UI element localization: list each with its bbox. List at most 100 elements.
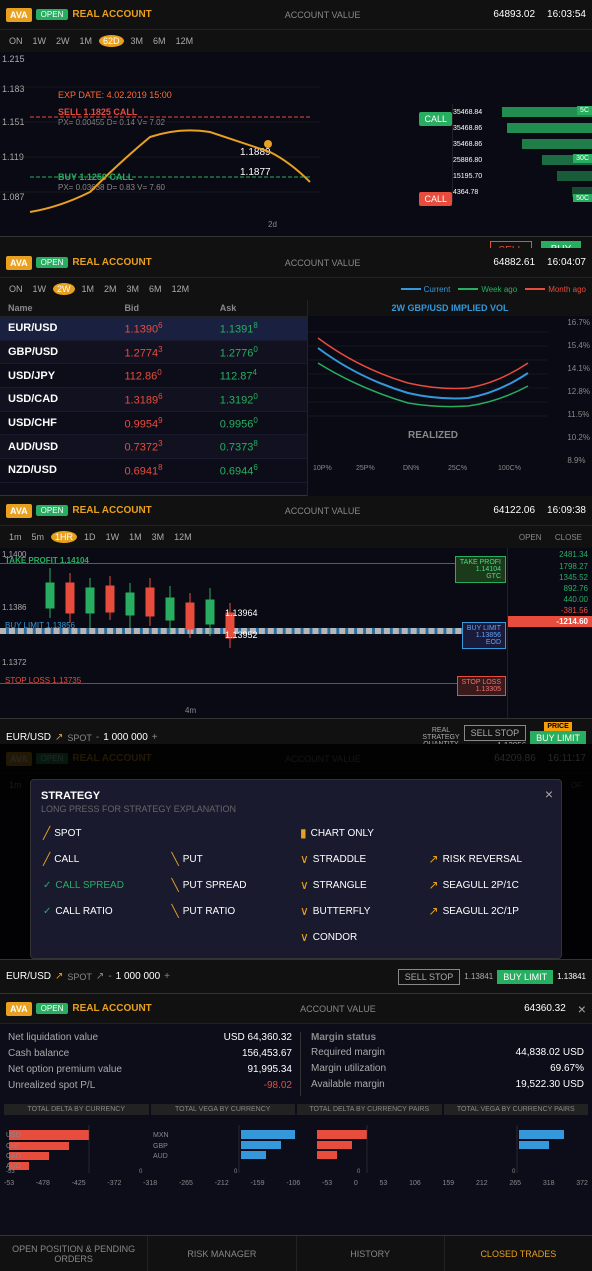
svg-text:USD: USD [6, 1132, 21, 1139]
qty-plus-4[interactable]: + [164, 971, 170, 982]
strategy-item-put-ratio[interactable]: ╲ PUT RATIO [170, 900, 295, 922]
strategy-item-strangle[interactable]: ∨ STRANGLE [298, 874, 423, 896]
buy-limit-btn-3[interactable]: BUY LIMIT [530, 731, 586, 745]
legend-week: Week ago [458, 285, 517, 294]
ask-usdjpy: 112.874 [212, 364, 307, 388]
seagull-2c1p-label: SEAGULL 2C/1P [443, 906, 519, 917]
ask-usdchf: 0.99560 [212, 411, 307, 435]
open-btn-2[interactable]: OPEN [36, 257, 69, 268]
nav-closed-trades[interactable]: CLOSED TRADES [445, 1236, 592, 1271]
strategy-label-4[interactable]: SPOT [67, 972, 92, 982]
open-btn-5[interactable]: OPEN [36, 1003, 69, 1014]
condor-icon: ∨ [300, 930, 309, 944]
strategy-item-chart-only[interactable]: ▮ CHART ONLY [298, 822, 423, 844]
qty-plus-3[interactable]: + [152, 732, 158, 743]
risk-reversal-label: RISK REVERSAL [443, 854, 522, 865]
tf-5m-3[interactable]: 5m [29, 531, 48, 543]
strategy-item-call[interactable]: ╱ CALL [41, 848, 166, 870]
tf-6m-1[interactable]: 6M [150, 35, 169, 47]
close-panel5-btn[interactable]: × [578, 1001, 586, 1017]
strategy-item-risk-reversal[interactable]: ↗ RISK REVERSAL [427, 848, 552, 870]
nav-history[interactable]: HISTORY [297, 1236, 445, 1271]
nav-risk-manager[interactable]: RISK MANAGER [148, 1236, 296, 1271]
pair-label-3[interactable]: EUR/USD [6, 732, 51, 743]
call-spread-label: CALL SPREAD [55, 880, 124, 891]
strategy-item-call-ratio[interactable]: ✓ CALL RATIO [41, 900, 166, 922]
pair-label-4[interactable]: EUR/USD [6, 971, 51, 982]
qty-minus-3[interactable]: - [96, 732, 99, 743]
table-row[interactable]: GBP/USD 1.27743 1.27760 [0, 340, 307, 364]
table-row[interactable]: NZD/USD 0.69418 0.69446 [0, 458, 307, 482]
strategy-item-call-spread[interactable]: ✓ CALL SPREAD [41, 874, 166, 896]
tf-1m2-3[interactable]: 1M [126, 531, 145, 543]
pair-usdchf: USD/CHF [0, 411, 116, 435]
tf-12m-2[interactable]: 12M [169, 283, 193, 295]
strategy-item-condor[interactable]: ∨ CONDOR [298, 926, 423, 948]
tf-3m-3[interactable]: 3M [149, 531, 168, 543]
vol-y-2: 15.4% [567, 341, 590, 350]
p3-price-2: 1.1386 [2, 603, 26, 612]
call-btn-2[interactable]: CALL [419, 192, 452, 206]
tf-62d-1[interactable]: 62D [99, 35, 124, 47]
tf-1hr-3[interactable]: 1HR [51, 531, 77, 543]
table-row[interactable]: USD/CHF 0.99549 0.99560 [0, 411, 307, 435]
tf-1d-3[interactable]: 1D [81, 531, 99, 543]
tf-12m-1[interactable]: 12M [173, 35, 197, 47]
table-row[interactable]: USD/JPY 112.860 112.874 [0, 364, 307, 388]
tf-3m-1[interactable]: 3M [128, 35, 147, 47]
strategy-item-seagull-2p1c[interactable]: ↗ SEAGULL 2P/1C [427, 874, 552, 896]
tf-2m-2[interactable]: 2M [101, 283, 120, 295]
tf-2w-2[interactable]: 2W [53, 283, 75, 295]
sell-stop-btn-3[interactable]: SELL STOP [464, 725, 527, 741]
tf-1m-2[interactable]: 1M [79, 283, 98, 295]
call-ratio-label: CALL RATIO [55, 906, 112, 917]
strategy-label-3[interactable]: SPOT [67, 733, 92, 743]
x-label-8: -159 [250, 1180, 264, 1187]
open-btn-1[interactable]: OPEN [36, 9, 69, 20]
tf-on-2[interactable]: ON [6, 283, 26, 295]
tf-1w-3[interactable]: 1W [103, 531, 123, 543]
tf-1w-1[interactable]: 1W [30, 35, 50, 47]
tf-1w-2[interactable]: 1W [30, 283, 50, 295]
seagull-2p1c-icon: ↗ [429, 878, 439, 892]
margin-utilization-label: Margin utilization [311, 1063, 386, 1074]
tf-1m-1[interactable]: 1M [77, 35, 96, 47]
tf-on-1[interactable]: ON [6, 35, 26, 47]
open-btn-3[interactable]: OPEN [36, 505, 69, 516]
buy-limit-btn-4[interactable]: BUY LIMIT [497, 970, 553, 984]
total-vega-title: TOTAL VEGA BY CURRENCY [151, 1104, 296, 1115]
total-vega-pairs: TOTAL VEGA BY CURRENCY PAIRS 0 [444, 1104, 589, 1178]
tf-1m-3[interactable]: 1m [6, 531, 25, 543]
tf-2w-1[interactable]: 2W [53, 35, 73, 47]
strategy-popup: × STRATEGY LONG PRESS FOR STRATEGY EXPLA… [0, 744, 592, 993]
svg-text:CHF: CHF [6, 1143, 20, 1150]
tf-6m-2[interactable]: 6M [146, 283, 165, 295]
qty-minus-4[interactable]: - [108, 971, 111, 982]
strategy-item-put[interactable]: ╲ PUT [170, 848, 295, 870]
tf-12m-3[interactable]: 12M [171, 531, 195, 543]
panel2-header: AVA OPEN REAL ACCOUNT ACCOUNT VALUE 6488… [0, 248, 592, 278]
panel1-header: AVA OPEN REAL ACCOUNT ACCOUNT VALUE 6489… [0, 0, 592, 30]
legend-current: Current [401, 285, 451, 294]
strategy-item-butterfly[interactable]: ∨ BUTTERFLY [298, 900, 423, 922]
strategy-close-btn[interactable]: × [545, 786, 553, 802]
strategy-item-straddle[interactable]: ∨ STRADDLE [298, 848, 423, 870]
call-btn-1[interactable]: CALL [419, 112, 452, 130]
margin-utilization-row: Margin utilization 69.67% [311, 1063, 584, 1074]
strategy-item-spot[interactable]: ╱ SPOT [41, 822, 166, 844]
svg-text:MXN: MXN [153, 1132, 169, 1139]
account-value-label-2: ACCOUNT VALUE [285, 258, 361, 268]
table-row[interactable]: AUD/USD 0.73723 0.73738 [0, 435, 307, 459]
available-margin-label: Available margin [311, 1079, 385, 1090]
strategy-item-seagull-2c1p[interactable]: ↗ SEAGULL 2C/1P [427, 900, 552, 922]
table-row[interactable]: USD/CAD 1.31896 1.31920 [0, 387, 307, 411]
buy-limit-tag: BUY LIMIT1.13856EOD [462, 622, 506, 649]
strategy-item-put-spread[interactable]: ╲ PUT SPREAD [170, 874, 295, 896]
table-row[interactable]: EUR/USD 1.13906 1.13918 [0, 317, 307, 341]
nav-open-positions[interactable]: OPEN POSITION & PENDING ORDERS [0, 1236, 148, 1271]
tf-3m-2[interactable]: 3M [124, 283, 143, 295]
put-ratio-icon: ╲ [172, 904, 179, 918]
sell-stop-btn-4[interactable]: SELL STOP [398, 969, 461, 985]
vol-y-1: 16.7% [567, 318, 590, 327]
account-name-1: REAL ACCOUNT [72, 9, 151, 20]
